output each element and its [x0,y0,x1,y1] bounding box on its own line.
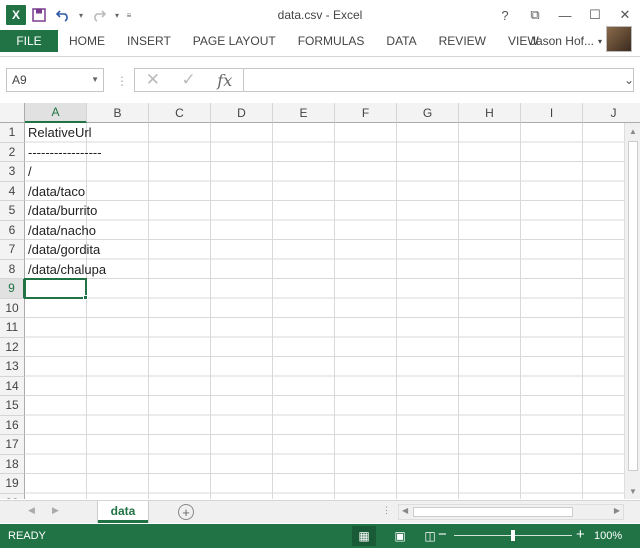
column-header-e[interactable]: E [273,103,335,123]
column-header-h[interactable]: H [459,103,521,123]
name-box[interactable]: A9 ▼ [6,68,104,92]
name-box-value: A9 [12,73,27,87]
expand-formula-bar-icon[interactable]: ⌄ [624,73,634,87]
add-sheet-icon[interactable]: + [178,504,194,520]
formula-bar: A9 ▼ ⋮ ✕ ✓ fx [0,68,640,94]
page-layout-view-icon[interactable]: ▣ [388,526,412,546]
row-header-7[interactable]: 7 [0,240,25,260]
column-header-a[interactable]: A [25,103,87,123]
tab-insert[interactable]: INSERT [116,30,182,52]
row-header-11[interactable]: 11 [0,318,25,338]
formula-buttons: ✕ ✓ fx [134,68,244,92]
cell-a8[interactable]: /data/chalupa [25,260,106,280]
row-header-2[interactable]: 2 [0,142,25,162]
column-header-g[interactable]: G [397,103,459,123]
help-button[interactable]: ? [490,0,520,30]
column-header-b[interactable]: B [87,103,149,123]
cell-a3[interactable]: / [25,162,32,182]
user-account[interactable]: Jason Hof... ▾ [530,30,602,52]
row-header-6[interactable]: 6 [0,220,25,240]
row-header-8[interactable]: 8 [0,259,25,279]
cell-a4[interactable]: /data/taco [25,182,85,202]
scroll-right-icon[interactable]: ▶ [614,506,620,515]
row-header-12[interactable]: 12 [0,337,25,357]
tab-review[interactable]: REVIEW [428,30,497,52]
fill-handle[interactable] [83,294,88,300]
tab-data[interactable]: DATA [375,30,427,52]
row-header-10[interactable]: 10 [0,298,25,318]
grip-icon[interactable]: ⋮ [116,74,128,88]
scroll-up-icon[interactable]: ▲ [625,123,640,139]
row-header-18[interactable]: 18 [0,454,25,474]
worksheet-grid[interactable]: ▲ ▼ A B C D E F G H I J 1 2 3 4 5 6 7 8 9 10 11 12 13 14 15 16 17 1… [0,103,640,499]
row-header-20[interactable]: 20 [0,493,25,499]
row-header-14[interactable]: 14 [0,376,25,396]
row-header-16[interactable]: 16 [0,415,25,435]
cell-a5[interactable]: /data/burrito [25,201,97,221]
cell-a2[interactable]: ----------------- [25,143,102,163]
user-name: Jason Hof... [529,34,594,48]
status-bar: READY ▦ ▣ ◫ − + 100% [0,524,640,548]
column-header-i[interactable]: I [521,103,583,123]
row-header-17[interactable]: 17 [0,435,25,455]
vertical-scrollbar[interactable]: ▲ ▼ [624,123,640,499]
scroll-split-icon[interactable]: ⋮ [382,505,391,516]
vertical-scroll-thumb[interactable] [628,141,638,471]
minimize-button[interactable]: — [550,0,580,30]
next-sheet-icon[interactable]: ▶ [52,505,59,516]
avatar[interactable] [606,26,632,52]
tab-page-layout[interactable]: PAGE LAYOUT [182,30,287,52]
zoom-out-button[interactable]: − [438,526,447,543]
row-header-1[interactable]: 1 [0,123,25,143]
row-header-5[interactable]: 5 [0,201,25,221]
ribbon-divider [0,56,640,57]
active-cell-selection[interactable] [24,278,87,299]
cell-a7[interactable]: /data/gordita [25,240,100,260]
page-break-view-icon[interactable]: ◫ [424,526,436,546]
cell-a1[interactable]: RelativeUrl [25,123,92,143]
cell-a6[interactable]: /data/nacho [25,221,96,241]
ribbon-display-options-button[interactable]: ⧉ [520,0,550,30]
sheet-tab-bar: ◀ ▶ data + ⋮ ◀ ▶ [0,500,640,523]
sheet-tab-data[interactable]: data [98,501,148,523]
column-header-j[interactable]: J [583,103,640,123]
row-header-9[interactable]: 9 [0,279,25,299]
row-header-3[interactable]: 3 [0,162,25,182]
status-text: READY [8,530,46,542]
title-bar: X ▾ ▾ ≡ data.csv - Excel ? ⧉ — ☐ ✕ [0,0,640,30]
row-header-13[interactable]: 13 [0,357,25,377]
insert-function-icon[interactable]: fx [217,71,232,90]
prev-sheet-icon[interactable]: ◀ [28,505,35,516]
column-header-d[interactable]: D [211,103,273,123]
tab-home[interactable]: HOME [58,30,116,52]
formula-input[interactable] [244,68,634,92]
tab-formulas[interactable]: FORMULAS [287,30,376,52]
row-header-15[interactable]: 15 [0,396,25,416]
cell-area[interactable] [25,123,624,499]
horizontal-scroll-thumb[interactable] [413,507,573,517]
chevron-down-icon[interactable]: ▼ [91,75,99,84]
tab-file[interactable]: FILE [0,30,58,52]
horizontal-scrollbar[interactable]: ◀ ▶ [398,504,624,520]
row-header-19[interactable]: 19 [0,474,25,494]
zoom-slider-knob[interactable] [511,530,515,541]
zoom-level[interactable]: 100% [594,530,622,542]
cancel-icon[interactable]: ✕ [146,70,160,90]
enter-icon[interactable]: ✓ [182,70,196,90]
scroll-down-icon[interactable]: ▼ [625,483,640,499]
scroll-left-icon[interactable]: ◀ [402,506,408,515]
normal-view-icon[interactable]: ▦ [352,526,376,546]
column-header-c[interactable]: C [149,103,211,123]
chevron-down-icon: ▾ [597,36,602,46]
row-header-4[interactable]: 4 [0,181,25,201]
column-header-f[interactable]: F [335,103,397,123]
zoom-in-button[interactable]: + [576,526,585,543]
select-all-corner[interactable] [0,103,25,123]
